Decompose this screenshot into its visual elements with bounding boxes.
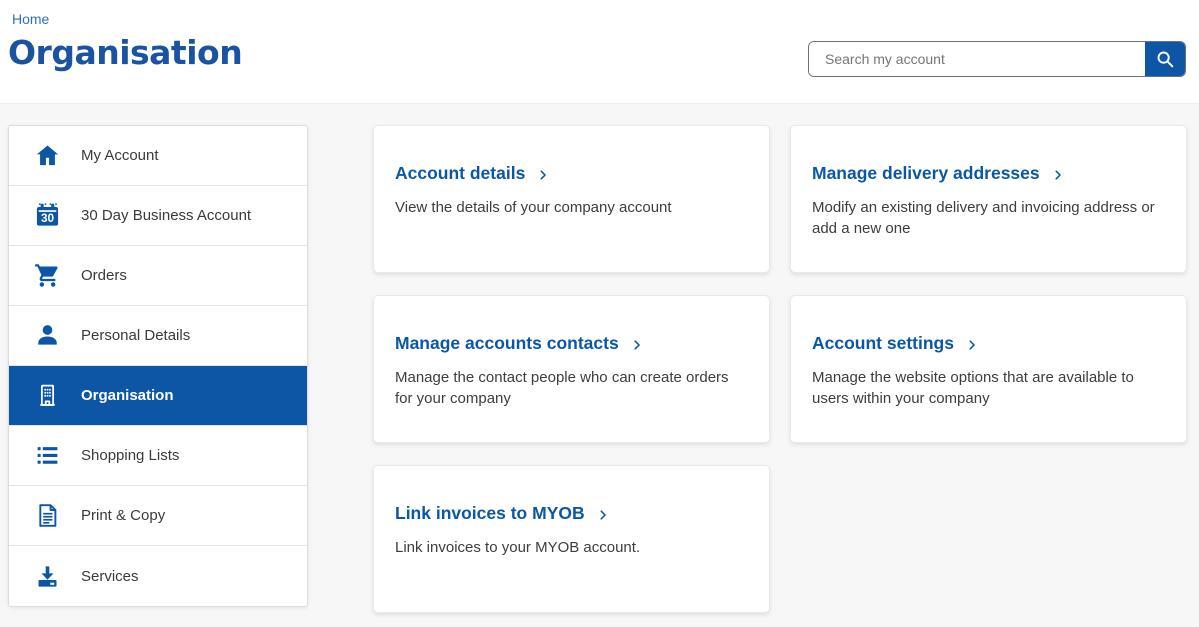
sidebar-item-label: Services <box>81 568 139 585</box>
card-account-settings: Account settings Manage the website opti… <box>790 295 1187 443</box>
sidebar-item-label: Shopping Lists <box>81 447 179 464</box>
sidebar-item-label: Organisation <box>81 387 174 404</box>
card-title-link[interactable]: Account settings <box>812 333 979 354</box>
calendar-30-icon <box>34 202 61 229</box>
chevron-right-icon <box>630 338 644 352</box>
chevron-right-icon <box>965 338 979 352</box>
document-icon <box>34 502 61 529</box>
card-description: Manage the website options that are avai… <box>812 367 1164 410</box>
sidebar-item-label: 30 Day Business Account <box>81 207 251 224</box>
sidebar-item-orders[interactable]: Orders <box>9 246 307 306</box>
header: Home Organisation <box>0 0 1199 104</box>
search-bar <box>808 41 1186 77</box>
card-description: View the details of your company account <box>395 197 747 218</box>
sidebar-item-my-account[interactable]: My Account <box>9 126 307 186</box>
card-manage-accounts-contacts: Manage accounts contacts Manage the cont… <box>373 295 770 443</box>
card-manage-delivery-addresses: Manage delivery addresses Modify an exis… <box>790 125 1187 273</box>
building-icon <box>34 382 61 409</box>
card-description: Link invoices to your MYOB account. <box>395 537 747 558</box>
breadcrumb-home-link[interactable]: Home <box>12 11 49 27</box>
card-title: Account details <box>395 163 525 184</box>
card-account-details: Account details View the details of your… <box>373 125 770 273</box>
card-title: Manage accounts contacts <box>395 333 619 354</box>
sidebar-item-organisation[interactable]: Organisation <box>9 366 307 426</box>
sidebar-item-label: Print & Copy <box>81 507 165 524</box>
home-icon <box>34 142 61 169</box>
search-input[interactable] <box>809 42 1145 76</box>
content-area: My Account 30 Day Business Account Order… <box>0 104 1199 613</box>
person-icon <box>34 322 61 349</box>
cards-grid: Account details View the details of your… <box>373 125 1187 613</box>
chevron-right-icon <box>596 508 610 522</box>
sidebar-item-label: Orders <box>81 267 127 284</box>
cart-icon <box>34 262 61 289</box>
card-description: Manage the contact people who can create… <box>395 367 747 410</box>
download-tray-icon <box>34 563 61 590</box>
sidebar: My Account 30 Day Business Account Order… <box>8 125 308 607</box>
card-title-link[interactable]: Manage delivery addresses <box>812 163 1065 184</box>
list-icon <box>34 442 61 469</box>
card-title-link[interactable]: Manage accounts contacts <box>395 333 644 354</box>
sidebar-item-label: Personal Details <box>81 327 190 344</box>
sidebar-item-print-copy[interactable]: Print & Copy <box>9 486 307 546</box>
sidebar-item-30-day-business-account[interactable]: 30 Day Business Account <box>9 186 307 246</box>
card-link-invoices-to-myob: Link invoices to MYOB Link invoices to y… <box>373 465 770 613</box>
card-title-link[interactable]: Link invoices to MYOB <box>395 503 610 524</box>
sidebar-item-personal-details[interactable]: Personal Details <box>9 306 307 366</box>
chevron-right-icon <box>536 168 550 182</box>
card-title: Link invoices to MYOB <box>395 503 585 524</box>
sidebar-item-services[interactable]: Services <box>9 546 307 606</box>
card-title: Manage delivery addresses <box>812 163 1040 184</box>
search-button[interactable] <box>1145 42 1185 76</box>
sidebar-item-shopping-lists[interactable]: Shopping Lists <box>9 426 307 486</box>
sidebar-item-label: My Account <box>81 147 159 164</box>
card-title-link[interactable]: Account details <box>395 163 550 184</box>
card-title: Account settings <box>812 333 954 354</box>
chevron-right-icon <box>1051 168 1065 182</box>
search-icon <box>1154 48 1176 70</box>
card-description: Modify an existing delivery and invoicin… <box>812 197 1164 240</box>
